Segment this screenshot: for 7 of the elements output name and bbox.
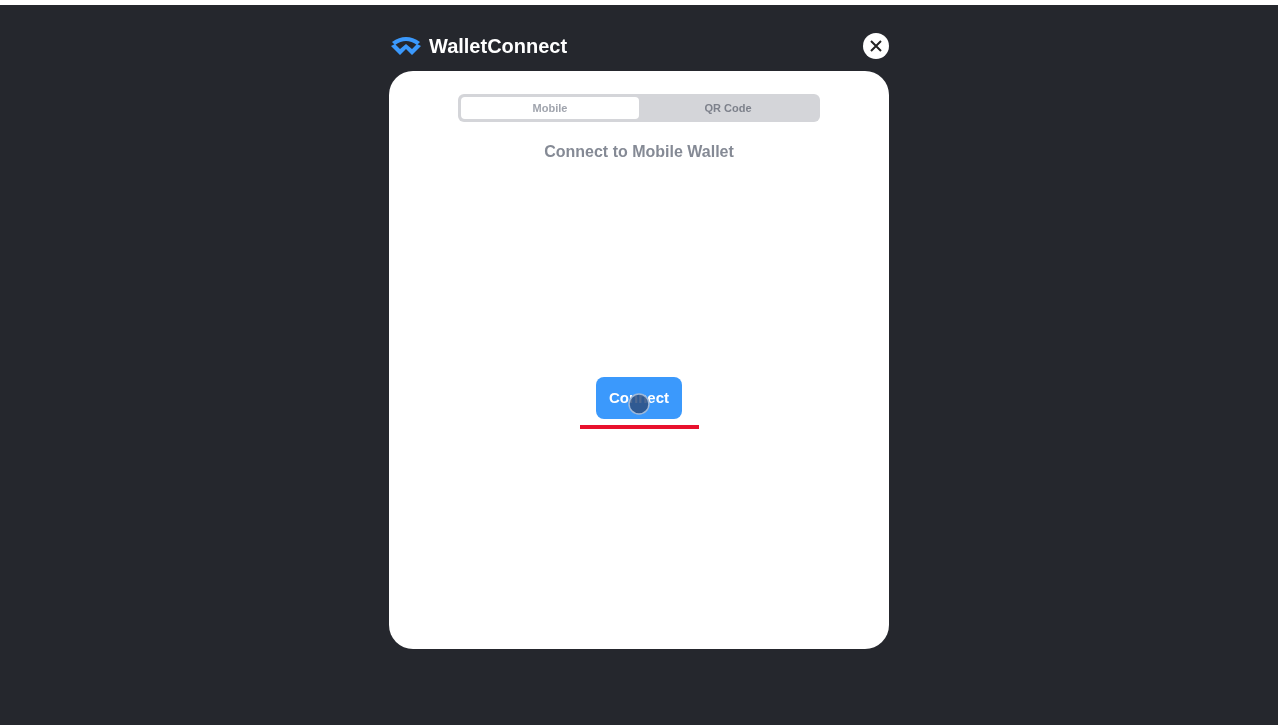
tab[interactable]: QR Code [639, 97, 817, 119]
close-icon [870, 40, 882, 52]
logo-icon [389, 36, 423, 56]
brand-name: WalletConnect [429, 34, 568, 59]
tab[interactable]: Mobile [461, 97, 639, 119]
close-button[interactable] [863, 33, 889, 59]
modal-heading: Connect to Mobile Wallet [544, 142, 734, 162]
